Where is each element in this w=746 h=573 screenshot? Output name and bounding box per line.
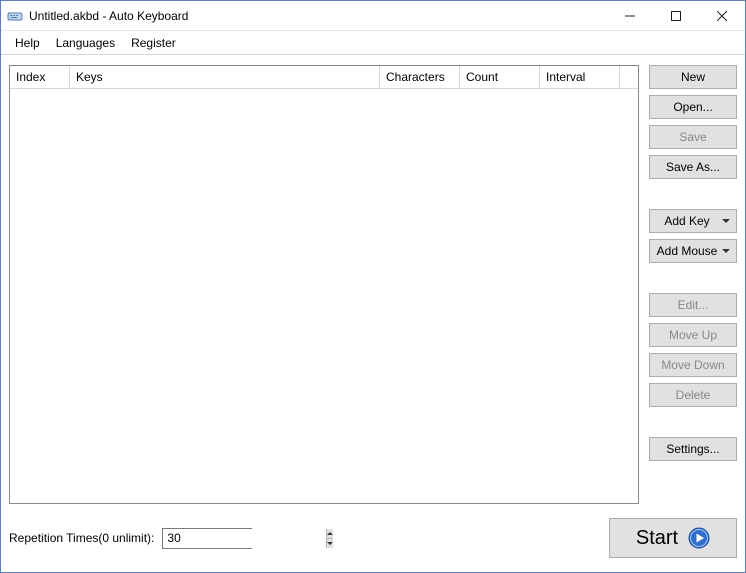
close-button[interactable] bbox=[699, 1, 745, 31]
menu-languages[interactable]: Languages bbox=[48, 33, 123, 53]
add-mouse-button[interactable]: Add Mouse bbox=[649, 239, 737, 263]
open-button[interactable]: Open... bbox=[649, 95, 737, 119]
table-body[interactable] bbox=[10, 89, 638, 503]
save-button[interactable]: Save bbox=[649, 125, 737, 149]
start-label: Start bbox=[636, 527, 678, 550]
app-icon bbox=[7, 8, 23, 24]
repetition-input[interactable] bbox=[163, 529, 326, 548]
bottom-bar: Repetition Times(0 unlimit): Start bbox=[1, 504, 745, 572]
move-down-button[interactable]: Move Down bbox=[649, 353, 737, 377]
side-buttons: New Open... Save Save As... Add Key Add … bbox=[649, 65, 737, 504]
play-icon bbox=[688, 527, 710, 549]
maximize-button[interactable] bbox=[653, 1, 699, 31]
action-table[interactable]: Index Keys Characters Count Interval bbox=[9, 65, 639, 504]
menu-register[interactable]: Register bbox=[123, 33, 184, 53]
col-index[interactable]: Index bbox=[10, 66, 70, 89]
title-bar: Untitled.akbd - Auto Keyboard bbox=[1, 1, 745, 31]
client-area: Index Keys Characters Count Interval New… bbox=[1, 55, 745, 504]
repetition-spinbox[interactable] bbox=[162, 528, 252, 549]
chevron-down-icon bbox=[722, 219, 730, 223]
arrow-down-icon bbox=[327, 542, 333, 545]
window-controls bbox=[607, 1, 745, 30]
save-as-button[interactable]: Save As... bbox=[649, 155, 737, 179]
col-spacer bbox=[620, 66, 638, 89]
new-button[interactable]: New bbox=[649, 65, 737, 89]
spin-down-button[interactable] bbox=[327, 539, 333, 548]
window-title: Untitled.akbd - Auto Keyboard bbox=[29, 9, 607, 23]
edit-button[interactable]: Edit... bbox=[649, 293, 737, 317]
menu-bar: Help Languages Register bbox=[1, 31, 745, 55]
spin-up-button[interactable] bbox=[327, 529, 333, 539]
col-keys[interactable]: Keys bbox=[70, 66, 380, 89]
settings-button[interactable]: Settings... bbox=[649, 437, 737, 461]
spin-buttons bbox=[326, 529, 333, 548]
add-key-button[interactable]: Add Key bbox=[649, 209, 737, 233]
delete-button[interactable]: Delete bbox=[649, 383, 737, 407]
col-count[interactable]: Count bbox=[460, 66, 540, 89]
table-header: Index Keys Characters Count Interval bbox=[10, 66, 638, 89]
minimize-button[interactable] bbox=[607, 1, 653, 31]
add-mouse-label: Add Mouse bbox=[657, 244, 718, 258]
arrow-up-icon bbox=[327, 532, 333, 535]
add-key-label: Add Key bbox=[664, 214, 709, 228]
repetition-label: Repetition Times(0 unlimit): bbox=[9, 531, 154, 545]
move-up-button[interactable]: Move Up bbox=[649, 323, 737, 347]
start-button[interactable]: Start bbox=[609, 518, 737, 558]
chevron-down-icon bbox=[722, 249, 730, 253]
menu-help[interactable]: Help bbox=[7, 33, 48, 53]
col-interval[interactable]: Interval bbox=[540, 66, 620, 89]
col-characters[interactable]: Characters bbox=[380, 66, 460, 89]
